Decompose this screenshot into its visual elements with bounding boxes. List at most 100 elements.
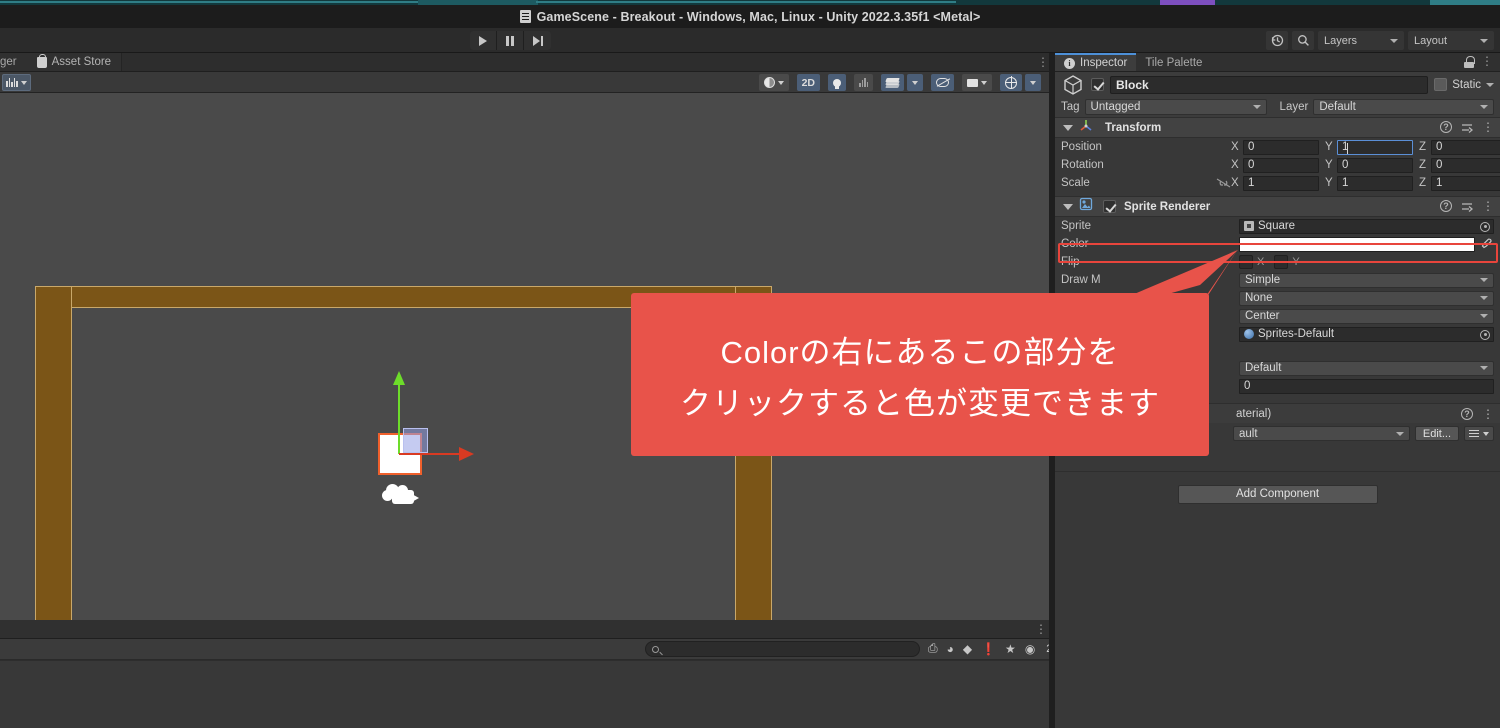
star-icon[interactable]: ★: [1005, 642, 1016, 656]
axis-y-label: Y: [1325, 141, 1333, 153]
static-toggle[interactable]: Static: [1434, 78, 1494, 91]
static-checkbox[interactable]: [1434, 78, 1448, 91]
foldout-arrow-icon[interactable]: [1063, 124, 1073, 131]
shading-mode-icon[interactable]: [758, 74, 789, 91]
edit-shader-button[interactable]: Edit...: [1414, 426, 1459, 441]
visibility-icon[interactable]: ◉: [1025, 642, 1035, 656]
mask-interaction-dropdown[interactable]: None: [1239, 290, 1494, 306]
kebab-menu-icon[interactable]: ⋮: [1035, 622, 1047, 636]
help-icon[interactable]: ?: [1461, 408, 1473, 420]
project-panel-body[interactable]: [0, 660, 1055, 728]
layer-dropdown[interactable]: Default: [1313, 99, 1494, 115]
sprite-renderer-component-header[interactable]: Sprite Renderer ? ⋮: [1055, 196, 1500, 217]
rotation-x-input[interactable]: 0: [1243, 157, 1319, 173]
effects-icon[interactable]: [881, 74, 904, 91]
position-z-input[interactable]: 0: [1431, 139, 1500, 155]
sorting-layer-dropdown[interactable]: Default: [1239, 360, 1494, 376]
sprite-object-field[interactable]: Square: [1239, 218, 1494, 234]
chevron-down-icon[interactable]: [1486, 82, 1494, 87]
project-panel-searchrow: ⎙ ◕ ◆ ❗ ★ ◉ 21: [0, 639, 1059, 660]
transform-component-header[interactable]: Transform ? ⋮: [1055, 117, 1500, 138]
layers-dropdown[interactable]: Layers: [1318, 31, 1404, 50]
gizmo-y-axis[interactable]: [398, 378, 400, 454]
lock-icon[interactable]: [1464, 56, 1475, 68]
preset-icon[interactable]: [1461, 121, 1474, 133]
flip-y-checkbox[interactable]: [1274, 255, 1289, 269]
sprite-sort-point-dropdown[interactable]: Center: [1239, 308, 1494, 324]
object-picker-icon[interactable]: [1480, 221, 1490, 232]
add-component-button[interactable]: Add Component: [1177, 484, 1378, 504]
scene-tool-icon[interactable]: [2, 74, 31, 91]
tab-inspector[interactable]: i Inspector: [1055, 53, 1137, 71]
sprite-renderer-enabled-checkbox[interactable]: [1103, 200, 1116, 213]
tab-inspector-label: Inspector: [1080, 57, 1128, 69]
gizmos-icon[interactable]: [1000, 74, 1022, 91]
rotation-y-input[interactable]: 0: [1337, 157, 1413, 173]
gizmo-z-plane[interactable]: [403, 428, 428, 453]
step-button[interactable]: [524, 31, 551, 50]
material-preset-button[interactable]: [1464, 426, 1494, 441]
flip-y-label: Y: [1292, 256, 1300, 268]
shader-dropdown[interactable]: ault: [1233, 426, 1410, 441]
flip-x-checkbox[interactable]: [1239, 255, 1253, 269]
help-icon[interactable]: ?: [1440, 121, 1452, 133]
chevron-down-icon: [1483, 431, 1489, 436]
search-icon[interactable]: [1292, 31, 1314, 50]
gameobject-name-field[interactable]: Block: [1110, 75, 1429, 94]
position-x-input[interactable]: 0: [1243, 139, 1319, 155]
tag-label: Tag: [1061, 101, 1080, 113]
visibility-toggle-icon[interactable]: [931, 74, 954, 91]
unity-editor-window: GameScene - Breakout - Windows, Mac, Lin…: [0, 0, 1500, 728]
help-icon[interactable]: ?: [1440, 200, 1452, 212]
draw-mode-dropdown[interactable]: Simple: [1239, 272, 1494, 288]
scale-y-input[interactable]: 1: [1337, 175, 1413, 191]
kebab-menu-icon[interactable]: ⋮: [1037, 55, 1049, 69]
tab-tile-palette[interactable]: Tile Palette: [1136, 53, 1212, 71]
effects-dropdown[interactable]: [907, 74, 923, 91]
audio-mute-icon[interactable]: [854, 74, 873, 91]
rotation-y-value: 0: [1342, 159, 1349, 171]
edit-shader-label: Edit...: [1422, 427, 1451, 440]
kebab-menu-icon[interactable]: ⋮: [1481, 54, 1493, 68]
kebab-menu-icon[interactable]: ⋮: [1482, 408, 1494, 420]
chevron-down-icon: [1252, 105, 1261, 109]
tag-dropdown[interactable]: Untagged: [1084, 99, 1267, 115]
gizmo-y-arrow-icon[interactable]: [393, 371, 405, 385]
gizmos-dropdown[interactable]: [1025, 74, 1041, 91]
save-filter-icon[interactable]: ⎙: [928, 641, 938, 656]
lighting-icon[interactable]: [828, 74, 846, 91]
foldout-arrow-icon[interactable]: [1063, 203, 1073, 210]
play-button[interactable]: [470, 31, 497, 50]
scene-camera-icon[interactable]: [962, 74, 992, 91]
pause-button[interactable]: [497, 31, 524, 50]
search-input[interactable]: [645, 641, 920, 657]
scale-z-input[interactable]: 1: [1431, 175, 1500, 191]
gizmo-x-axis[interactable]: [399, 453, 461, 455]
favorite-add-icon[interactable]: ◕: [947, 642, 954, 656]
material-object-field[interactable]: Sprites-Default: [1239, 326, 1494, 342]
warning-toggle-icon[interactable]: ◆: [963, 642, 972, 656]
scale-x-input[interactable]: 1: [1243, 175, 1319, 191]
gameobject-enabled-checkbox[interactable]: [1091, 78, 1104, 91]
eyedropper-icon[interactable]: [1478, 238, 1494, 250]
sprite-renderer-title: Sprite Renderer: [1124, 200, 1211, 213]
preset-icon[interactable]: [1461, 200, 1474, 212]
transform-rotation-row: Rotation X 0 Y 0 Z 0: [1055, 156, 1500, 174]
color-swatch-field[interactable]: [1239, 236, 1475, 252]
object-picker-icon[interactable]: [1480, 329, 1490, 340]
error-toggle-icon[interactable]: ❗: [981, 642, 996, 656]
history-icon[interactable]: [1266, 31, 1288, 50]
add-component-area: Add Component: [1055, 474, 1500, 514]
tab-asset-store[interactable]: Asset Store: [26, 53, 122, 71]
gizmo-x-arrow-icon[interactable]: [459, 447, 474, 461]
transform-scale-row: Scale X 1 Y 1 Z 1: [1055, 174, 1500, 192]
position-y-input[interactable]: 1: [1337, 139, 1413, 155]
kebab-menu-icon[interactable]: ⋮: [1482, 200, 1494, 212]
constrain-proportions-icon[interactable]: [1216, 178, 1231, 188]
rotation-z-input[interactable]: 0: [1431, 157, 1500, 173]
order-in-layer-input[interactable]: 0: [1239, 378, 1494, 394]
tab-package-manager[interactable]: ger: [0, 53, 27, 71]
toggle-2d[interactable]: 2D: [796, 74, 820, 91]
layout-dropdown[interactable]: Layout: [1408, 31, 1494, 50]
kebab-menu-icon[interactable]: ⋮: [1482, 121, 1494, 133]
